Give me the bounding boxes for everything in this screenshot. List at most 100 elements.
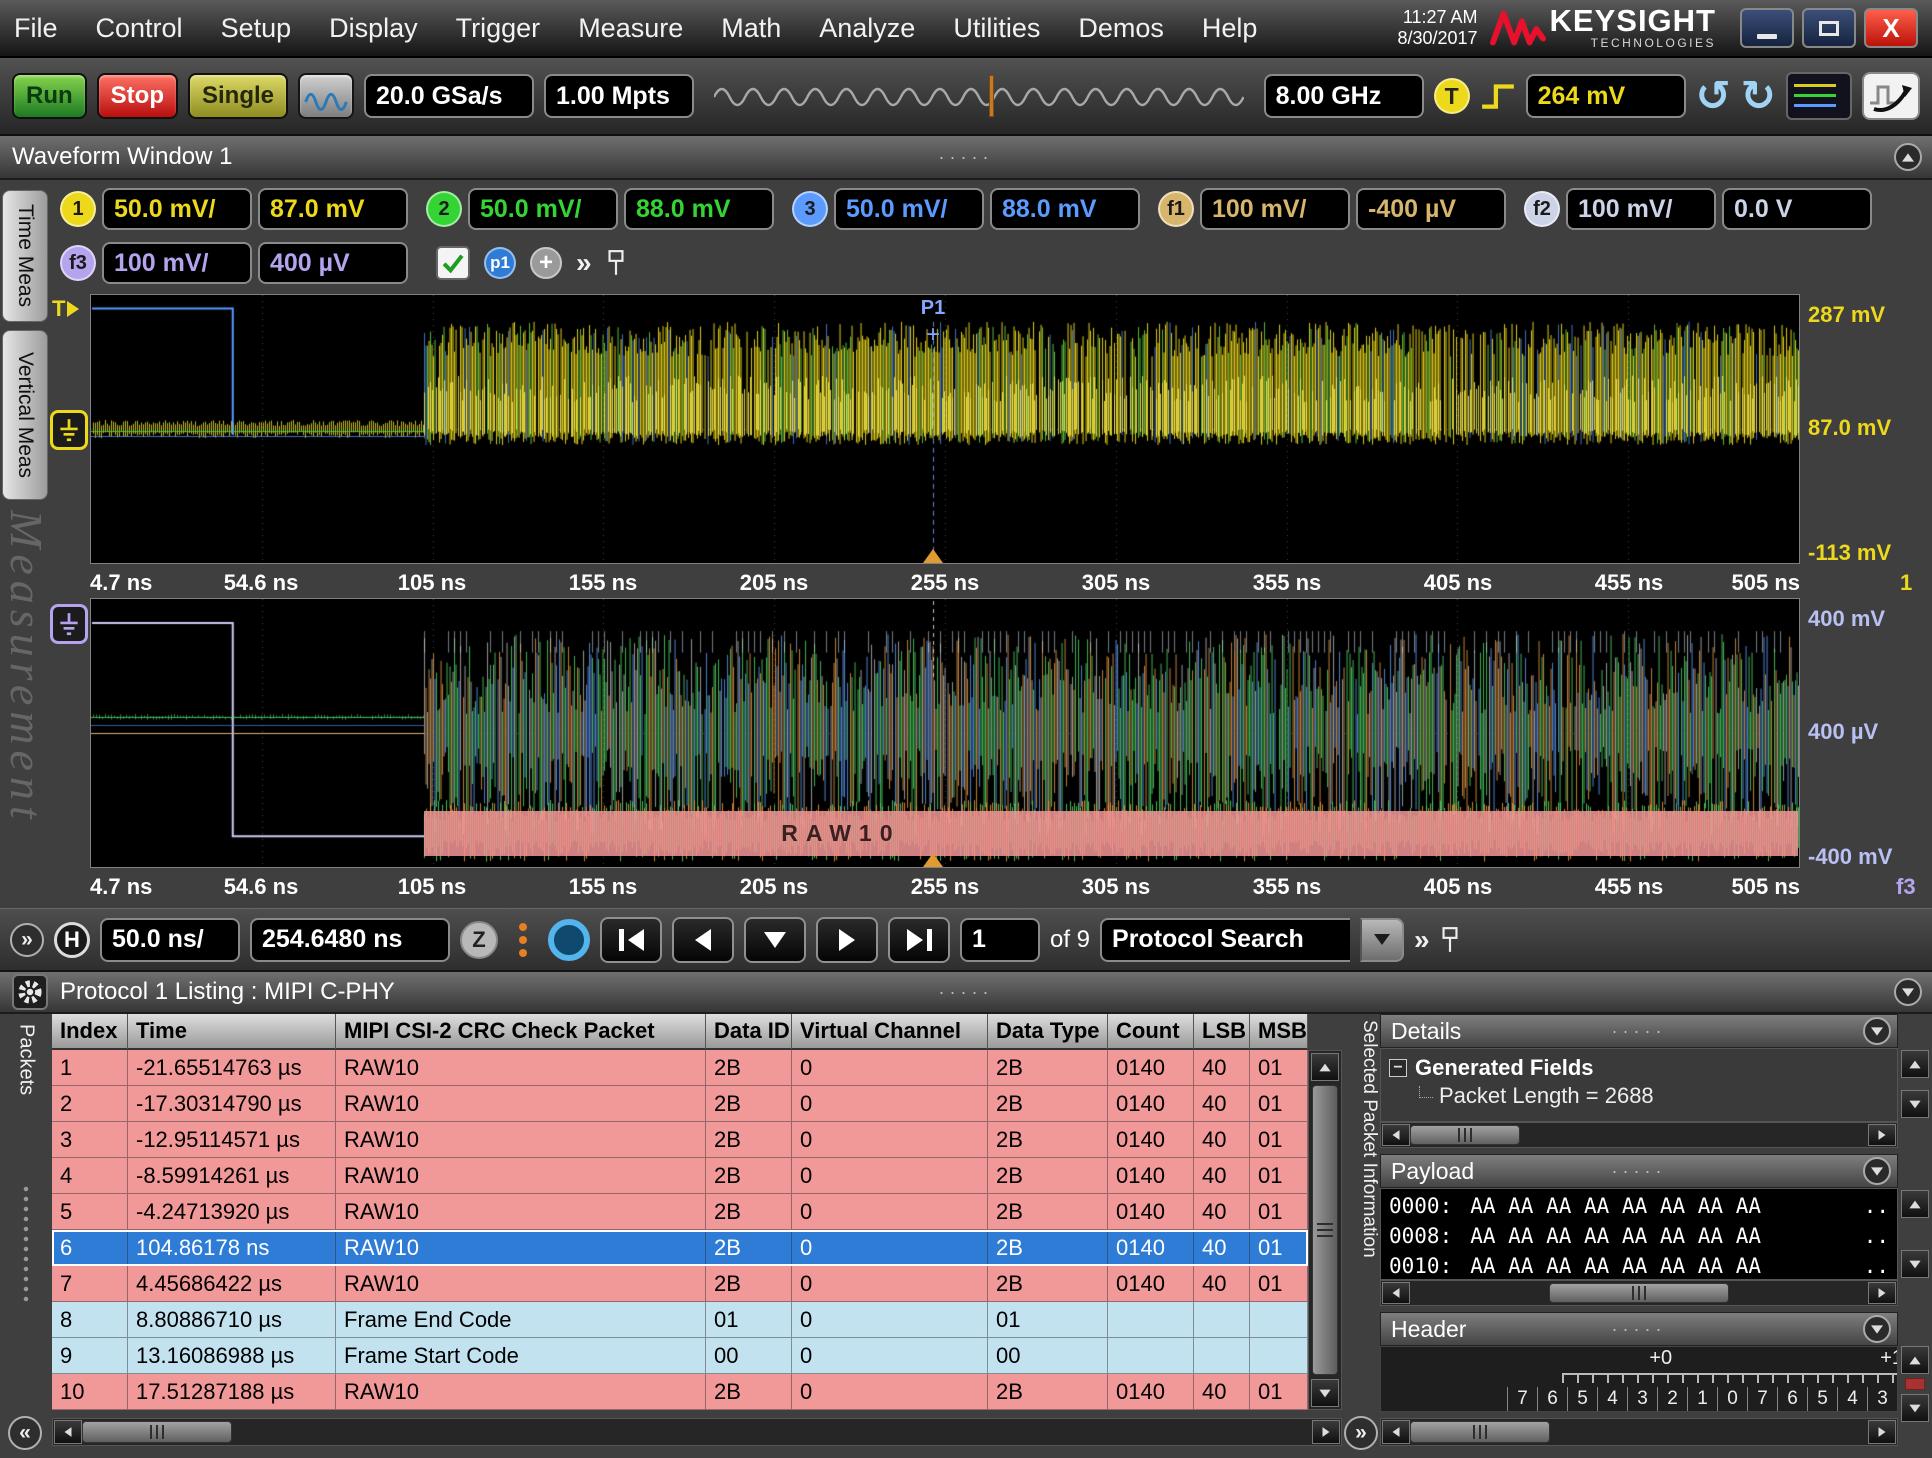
titlebar-grip[interactable]	[1612, 1021, 1667, 1042]
channel-scale-1[interactable]: 50.0 mV/	[102, 188, 252, 230]
header-scroll-down-button[interactable]	[1901, 1394, 1929, 1422]
menu-item-utilities[interactable]: Utilities	[953, 13, 1040, 44]
table-vertical-scrollbar[interactable]	[1308, 1050, 1342, 1410]
menu-item-demos[interactable]: Demos	[1078, 13, 1164, 44]
channel-badge-f2[interactable]: f2	[1524, 191, 1560, 227]
scroll-track[interactable]	[1729, 1282, 1868, 1304]
menu-item-math[interactable]: Math	[721, 13, 781, 44]
single-button[interactable]: Single	[188, 73, 288, 119]
column-header-time[interactable]: Time	[128, 1014, 336, 1050]
header-scroll-up-button[interactable]	[1901, 1346, 1929, 1374]
column-header-msb[interactable]: MSB	[1250, 1014, 1308, 1050]
tree-collapse-icon[interactable]: −	[1389, 1059, 1407, 1077]
menu-item-file[interactable]: File	[14, 13, 58, 44]
column-header-data-type[interactable]: Data Type	[988, 1014, 1108, 1050]
delay-position-marker[interactable]	[989, 75, 994, 117]
payload-scroll-up-button[interactable]	[1901, 1190, 1929, 1218]
menu-item-measure[interactable]: Measure	[578, 13, 683, 44]
collapse-section-button[interactable]	[1863, 1017, 1891, 1045]
time-reference-marker-icon[interactable]	[923, 549, 943, 563]
packet-row-4[interactable]: 4-8.59914261 µsRAW102B02B01404001	[52, 1158, 1308, 1194]
channel-badge-3[interactable]: 3	[792, 191, 828, 227]
minimize-button[interactable]	[1740, 8, 1794, 48]
scroll-track[interactable]	[1520, 1124, 1868, 1146]
analyze-waveform-button[interactable]	[1862, 72, 1920, 120]
packet-row-6[interactable]: 6104.86178 nsRAW102B02B01404001	[52, 1230, 1308, 1266]
channel-offset-1[interactable]: 87.0 mV	[258, 188, 408, 230]
add-measurement-button[interactable]: +	[530, 247, 562, 279]
search-result-index-input[interactable]: 1	[960, 918, 1040, 962]
timebase-readout[interactable]: 50.0 ns/	[100, 918, 240, 962]
bandwidth-readout[interactable]: 8.00 GHz	[1264, 74, 1424, 118]
vertical-grip-icon[interactable]	[22, 1184, 30, 1304]
expand-search-button[interactable]: »	[1414, 924, 1430, 956]
payload-hex-dump[interactable]: 0000:AA AA AA AA AA AA AA AA..0008:AA AA…	[1380, 1188, 1898, 1280]
details-section-header[interactable]: Details	[1380, 1014, 1898, 1048]
packet-row-3[interactable]: 3-12.95114571 µsRAW102B02B01404001	[52, 1122, 1308, 1158]
menu-item-trigger[interactable]: Trigger	[456, 13, 541, 44]
titlebar-grip[interactable]	[939, 982, 994, 1003]
sidebar-tab-vertical-meas[interactable]: Vertical Meas	[2, 330, 48, 500]
run-button[interactable]: Run	[12, 73, 87, 119]
collapse-window-button[interactable]	[1894, 143, 1922, 171]
scroll-thumb[interactable]	[1312, 1085, 1338, 1375]
titlebar-grip[interactable]	[1612, 1319, 1667, 1340]
menu-item-display[interactable]: Display	[329, 13, 418, 44]
collapse-details-button[interactable]: »	[1344, 1416, 1378, 1450]
column-header-data-id[interactable]: Data ID	[706, 1014, 792, 1050]
menu-item-setup[interactable]: Setup	[221, 13, 292, 44]
protocol-settings-button[interactable]	[12, 974, 48, 1010]
scroll-track[interactable]	[232, 1420, 1312, 1444]
column-header-lsb[interactable]: LSB	[1194, 1014, 1250, 1050]
scroll-thumb[interactable]	[1410, 1421, 1550, 1443]
titlebar-grip[interactable]	[1612, 1161, 1667, 1182]
column-header-mipi-csi-2-crc-check-packet[interactable]: MIPI CSI-2 CRC Check Packet	[336, 1014, 706, 1050]
trigger-edge-icon[interactable]	[1480, 78, 1516, 114]
scroll-thumb[interactable]	[1410, 1125, 1520, 1145]
maximize-button[interactable]	[1802, 8, 1856, 48]
channel-badge-f1[interactable]: f1	[1158, 191, 1194, 227]
waveform-plot-2[interactable]: RAW10	[90, 598, 1800, 868]
scroll-up-button[interactable]	[1311, 1053, 1339, 1081]
p1-measurement-badge[interactable]: p1	[484, 247, 516, 279]
search-dropdown-button[interactable]	[1360, 918, 1404, 962]
go-last-button[interactable]	[888, 917, 950, 963]
p1-marker-label[interactable]: P1	[921, 297, 945, 320]
packet-row-2[interactable]: 2-17.30314790 µsRAW102B02B01404001	[52, 1086, 1308, 1122]
channel-scale-f3[interactable]: 100 mV/	[102, 242, 252, 284]
expand-measurements-button[interactable]: »	[576, 247, 592, 279]
packet-row-8[interactable]: 88.80886710 µsFrame End Code01001	[52, 1302, 1308, 1338]
channel-badge-f3[interactable]: f3	[60, 245, 96, 281]
collapse-table-button[interactable]: «	[8, 1416, 42, 1450]
collapse-protocol-button[interactable]	[1894, 978, 1922, 1006]
close-button[interactable]: X	[1864, 8, 1918, 48]
waveform-mode-button[interactable]	[298, 73, 354, 119]
undo-button[interactable]: ↺	[1696, 75, 1731, 117]
search-type-select[interactable]: Protocol Search	[1100, 918, 1350, 962]
tree-node-packet-length[interactable]: Packet Length = 2688	[1419, 1083, 1889, 1109]
scroll-left-button[interactable]	[54, 1420, 82, 1444]
go-next-button[interactable]	[816, 917, 878, 963]
table-horizontal-scrollbar[interactable]	[52, 1418, 1342, 1446]
packet-row-9[interactable]: 913.16086988 µsFrame Start Code00000	[52, 1338, 1308, 1374]
stop-button[interactable]: Stop	[97, 73, 178, 119]
protocol-decode-band[interactable]: RAW10	[424, 811, 1798, 857]
menu-item-control[interactable]: Control	[96, 13, 183, 44]
scroll-thumb[interactable]	[1549, 1283, 1729, 1303]
packet-row-5[interactable]: 5-4.24713920 µsRAW102B02B01404001	[52, 1194, 1308, 1230]
waveform-window-titlebar[interactable]: Waveform Window 1	[0, 136, 1932, 180]
channel-offset-3[interactable]: 88.0 mV	[990, 188, 1140, 230]
column-header-index[interactable]: Index	[52, 1014, 128, 1050]
channel-scale-f2[interactable]: 100 mV/	[1566, 188, 1716, 230]
memory-depth-readout[interactable]: 1.00 Mpts	[544, 74, 694, 118]
payload-horizontal-scrollbar[interactable]	[1380, 1280, 1898, 1306]
go-previous-button[interactable]	[672, 917, 734, 963]
column-header-count[interactable]: Count	[1108, 1014, 1194, 1050]
channel-badge-2[interactable]: 2	[426, 191, 462, 227]
menu-item-help[interactable]: Help	[1202, 13, 1258, 44]
trigger-level-readout[interactable]: 264 mV	[1526, 74, 1686, 118]
sidebar-tab-time-meas[interactable]: Time Meas	[2, 190, 48, 322]
channel-scale-f1[interactable]: 100 mV/	[1200, 188, 1350, 230]
scroll-left-button[interactable]	[1382, 1124, 1410, 1146]
trigger-time-marker[interactable]: T	[52, 296, 79, 322]
